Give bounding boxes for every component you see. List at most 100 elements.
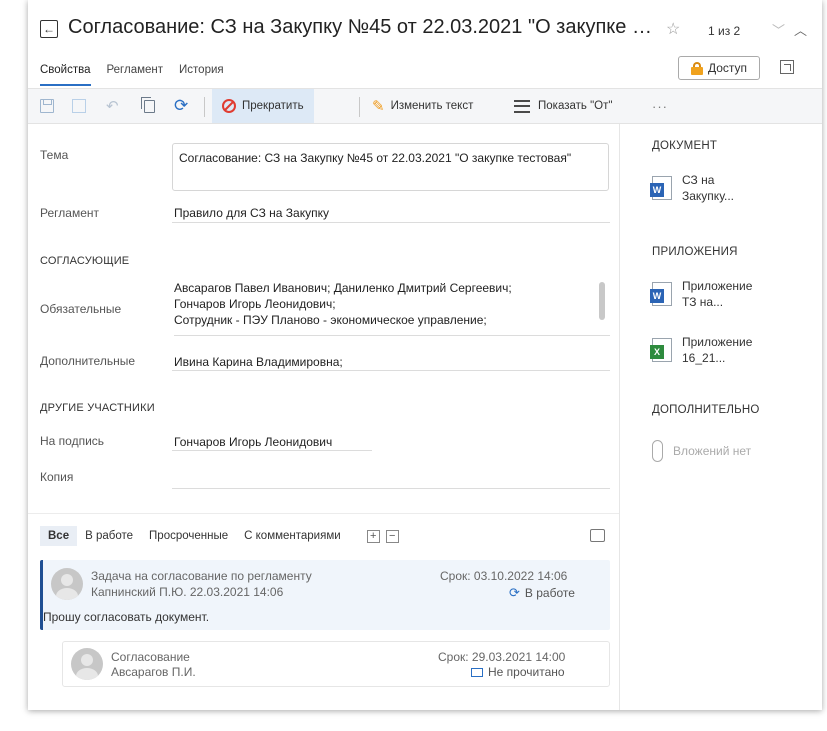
task-status-label: В работе [524,586,575,600]
chevron-up-icon[interactable]: ﹀ [772,20,785,39]
no-attachments-text: Вложений нет [673,444,752,458]
filter-tabs: Все В работе Просроченные С комментариям… [40,524,399,548]
task-card[interactable]: Согласование Авсарагов П.И. Срок: 29.03.… [62,641,610,687]
attachment-name: Приложение ТЗ на... [682,279,753,309]
popout-icon[interactable] [780,60,794,74]
stop-button-label: Прекратить [242,100,304,112]
stop-button[interactable]: Прекратить [212,89,314,123]
required-approvers-field[interactable]: Авсарагов Павел Иванович; Даниленко Дмит… [174,280,610,336]
topic-label: Тема [40,148,69,162]
collapse-all-button[interactable]: − [385,529,399,543]
attachment-link[interactable]: W Приложение ТЗ на... [650,278,762,310]
access-button[interactable]: Доступ [678,56,760,80]
word-file-icon: W [650,176,672,200]
reglament-label: Регламент [40,206,99,220]
edit-text-button[interactable]: ✎ Изменить текст [372,89,473,123]
copy-underline [172,488,610,489]
task-author: Авсарагов П.И. [111,665,196,679]
required-approver-line: Авсарагов Павел Иванович; Даниленко Дмит… [174,281,512,295]
copy-label: Копия [40,470,74,484]
page-title: Согласование: СЗ на Закупку №45 от 22.03… [68,16,658,38]
more-button[interactable]: ··· [652,89,668,123]
copy-icon [141,96,155,113]
task-status: Не прочитано [471,665,565,679]
pager-text: 1 из 2 [708,24,741,38]
refresh-button[interactable]: ⟳ [174,89,188,123]
undo-icon: ↶ [106,98,119,115]
document-section-head: ДОКУМЕНТ [652,140,718,152]
filter-with-comments[interactable]: С комментариями [236,526,349,546]
pen-icon: ✎ [372,98,385,115]
tab-properties[interactable]: Свойства [40,60,91,86]
others-section-head: ДРУГИЕ УЧАСТНИКИ [40,402,155,414]
print-icon[interactable] [590,529,605,542]
document-link[interactable]: W СЗ на Закупку... [650,172,762,204]
tab-reglament[interactable]: Регламент [107,60,164,86]
required-label: Обязательные [40,302,122,316]
edit-text-label: Изменить текст [390,100,474,112]
filter-in-work[interactable]: В работе [77,526,141,546]
refresh-icon: ⟳ [174,96,189,115]
additional-label: Дополнительные [40,354,135,368]
task-comment: Прошу согласовать документ. [43,610,210,624]
additional-underline [172,370,610,371]
unread-mail-icon [471,667,483,677]
sign-value[interactable]: Гончаров Игорь Леонидович [174,434,332,450]
attachment-link[interactable]: X Приложение 16_21... [650,334,762,366]
back-button[interactable]: ← [40,20,58,38]
access-button-label: Доступ [707,61,748,75]
copy-button[interactable] [141,89,155,123]
filter-overdue[interactable]: Просроченные [141,526,236,546]
task-author: Капнинский П.Ю. 22.03.2021 14:06 [91,585,284,599]
save-icon [40,99,54,113]
arrow-left-icon: ← [43,22,55,36]
tab-history[interactable]: История [179,60,224,86]
attachment-name: Приложение 16_21... [682,335,753,365]
reglament-value[interactable]: Правило для СЗ на Закупку [174,205,329,221]
show-from-label: Показать "От" [538,100,613,112]
task-card[interactable]: Задача на согласование по регламенту Кап… [40,560,610,630]
avatar [71,648,103,680]
undo-button[interactable]: ↶ [106,89,119,123]
topic-field[interactable]: Согласование: СЗ на Закупку №45 от 22.03… [172,143,609,191]
paperclip-icon [652,440,663,462]
required-scrollbar[interactable] [599,282,605,320]
sign-underline [172,450,372,451]
list-icon [514,99,530,113]
toolbar: ↶ ⟳ Прекратить ✎ Изменить текст Показать… [28,88,822,124]
document-name: СЗ на Закупку... [682,173,734,203]
additional-value[interactable]: Ивина Карина Владимировна; [174,354,343,370]
right-panel-divider [619,124,620,710]
lower-divider [28,513,619,514]
excel-file-icon: X [650,338,672,362]
save-button[interactable] [40,89,54,123]
chevron-down-icon[interactable]: ︿ [794,20,807,39]
attachments-section-head: ПРИЛОЖЕНИЯ [652,246,738,258]
task-window: ← Согласование: СЗ на Закупку №45 от 22.… [28,0,822,710]
approvers-section-head: СОГЛАСУЮЩИЕ [40,255,130,267]
no-attachments: Вложений нет [652,440,751,462]
stop-icon [222,99,236,113]
tab-bar: Свойства Регламент История [40,60,224,86]
toolbar-divider [204,97,205,117]
required-approver-line: Гончаров Игорь Леонидович; [174,297,336,311]
toolbar-divider [359,97,360,117]
save-as-button[interactable] [72,89,86,123]
word-file-icon: W [650,282,672,306]
task-due: Срок: 03.10.2022 14:06 [440,569,568,583]
additional-section-head: ДОПОЛНИТЕЛЬНО [652,404,760,416]
expand-all-button[interactable]: + [366,529,380,543]
task-title: Согласование [111,650,190,664]
sign-label: На подпись [40,434,105,448]
filter-all[interactable]: Все [40,526,78,546]
task-title: Задача на согласование по регламенту [91,569,312,583]
required-approver-line: Сотрудник - ПЭУ Планово - экономическое … [174,313,487,327]
star-icon[interactable]: ☆ [666,19,680,39]
in-progress-icon: ⟳ [509,585,520,600]
show-from-button[interactable]: Показать "От" [514,89,612,123]
title-bar: ← Согласование: СЗ на Закупку №45 от 22.… [28,0,822,58]
save-as-icon [72,99,86,113]
task-status: ⟳ В работе [509,585,575,601]
task-due: Срок: 29.03.2021 14:00 [438,650,566,664]
reglament-underline [172,222,610,223]
